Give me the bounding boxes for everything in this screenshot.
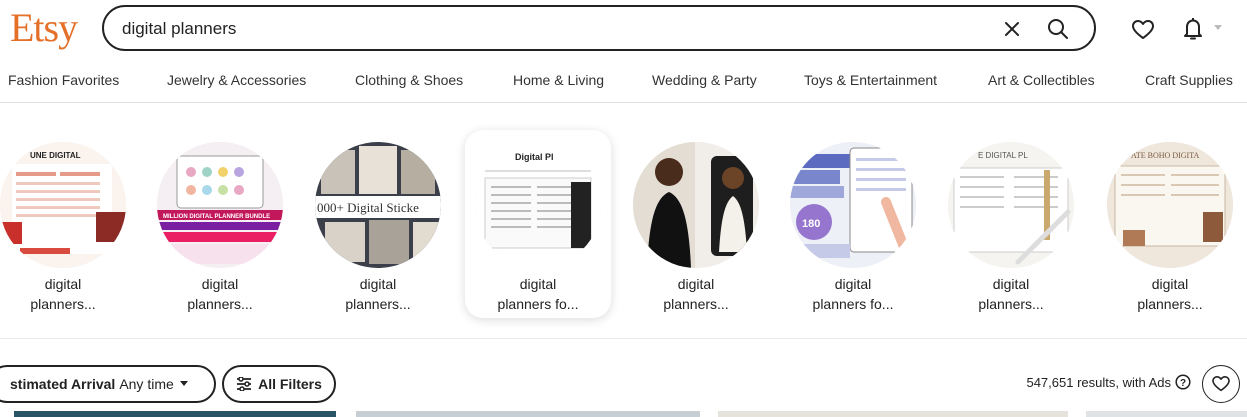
caret-down-icon <box>179 381 188 387</box>
heart-icon[interactable] <box>1131 18 1155 42</box>
results-count: 547,651 results, with Ads <box>1026 374 1171 390</box>
category-label: digital planners... <box>978 276 1044 312</box>
chevron-down-icon[interactable] <box>1212 22 1224 34</box>
search-icon[interactable] <box>1044 15 1072 43</box>
thumbnail-text: 180 <box>802 218 820 230</box>
category-label: digital planners... <box>1137 276 1203 312</box>
category-label: digital planners... <box>187 276 253 312</box>
filter-sliders-icon <box>236 377 252 391</box>
close-icon[interactable] <box>1000 17 1024 41</box>
heart-icon <box>1212 376 1230 392</box>
category-card[interactable]: 180 digital planners fo... <box>780 130 926 318</box>
category-thumbnail: MILLION DIGITAL PLANNER BUNDLE <box>157 142 283 268</box>
listing-image-edge <box>718 411 1068 417</box>
thumbnail-text: ATE BOHO DIGITA <box>1131 151 1199 160</box>
category-label: digital planners... <box>345 276 411 312</box>
thumbnail-text: MILLION DIGITAL PLANNER BUNDLE <box>163 214 270 220</box>
category-thumbnail <box>633 142 759 268</box>
search-bar[interactable] <box>102 5 1096 51</box>
nav-item-home-living[interactable]: Home & Living <box>513 72 604 88</box>
nav-item-art-collectibles[interactable]: Art & Collectibles <box>988 72 1095 88</box>
nav-item-clothing-shoes[interactable]: Clothing & Shoes <box>355 72 463 88</box>
category-card[interactable]: 000+ Digital Sticke digital planners... <box>305 130 451 318</box>
thumbnail-text: E DIGITAL PL <box>978 151 1028 160</box>
category-card[interactable]: UNE DIGITAL digital planners... <box>0 130 136 318</box>
category-label: digital planners... <box>30 276 96 312</box>
category-nav: Fashion Favorites Jewelry & Accessories … <box>0 62 1247 103</box>
category-card[interactable]: E DIGITAL PL digital planners... <box>938 130 1084 318</box>
listing-image-edge <box>1086 411 1247 417</box>
thumbnail-text: UNE DIGITAL <box>30 151 81 160</box>
arrival-filter-label: stimated Arrival <box>10 376 116 392</box>
nav-item-wedding-party[interactable]: Wedding & Party <box>652 72 757 88</box>
results-summary: 547,651 results, with Ads ? <box>1026 374 1191 390</box>
section-divider <box>0 338 1247 339</box>
category-thumbnail: 180 <box>790 142 916 268</box>
nav-item-jewelry-accessories[interactable]: Jewelry & Accessories <box>167 72 306 88</box>
category-card[interactable]: ATE BOHO DIGITA digital planners... <box>1097 130 1243 318</box>
estimated-arrival-filter[interactable]: stimated Arrival Any time <box>0 365 216 403</box>
all-filters-label: All Filters <box>258 376 322 392</box>
svg-text:?: ? <box>1180 378 1186 389</box>
category-card[interactable]: MILLION DIGITAL PLANNER BUNDLE digital p… <box>147 130 293 318</box>
thumbnail-text: Digital Pl <box>515 152 554 162</box>
nav-item-craft-supplies[interactable]: Craft Supplies <box>1145 72 1233 88</box>
nav-item-toys-entertainment[interactable]: Toys & Entertainment <box>804 72 937 88</box>
category-thumbnail: UNE DIGITAL <box>0 142 126 268</box>
bell-icon[interactable] <box>1180 16 1206 42</box>
nav-item-fashion-favorites[interactable]: Fashion Favorites <box>8 72 119 88</box>
etsy-logo[interactable]: Etsy <box>10 6 94 50</box>
category-card[interactable]: digital planners... <box>623 130 769 318</box>
save-search-heart-button[interactable] <box>1202 365 1240 403</box>
info-icon[interactable]: ? <box>1175 374 1191 390</box>
category-label: digital planners fo... <box>497 276 579 312</box>
category-thumbnail: Digital Pl <box>475 142 601 268</box>
all-filters-button[interactable]: All Filters <box>222 365 336 403</box>
thumbnail-text: 000+ Digital Sticke <box>317 200 419 215</box>
search-input[interactable] <box>120 15 984 43</box>
category-card-active[interactable]: Digital Pl digital planners fo... <box>465 130 611 318</box>
listing-image-edge <box>356 411 700 417</box>
category-label: digital planners fo... <box>812 276 894 312</box>
category-thumbnail: E DIGITAL PL <box>948 142 1074 268</box>
arrival-filter-value: Any time <box>119 376 174 392</box>
listing-image-edge <box>14 411 336 417</box>
category-label: digital planners... <box>663 276 729 312</box>
category-thumbnail: 000+ Digital Sticke <box>315 142 441 268</box>
category-thumbnail: ATE BOHO DIGITA <box>1107 142 1233 268</box>
